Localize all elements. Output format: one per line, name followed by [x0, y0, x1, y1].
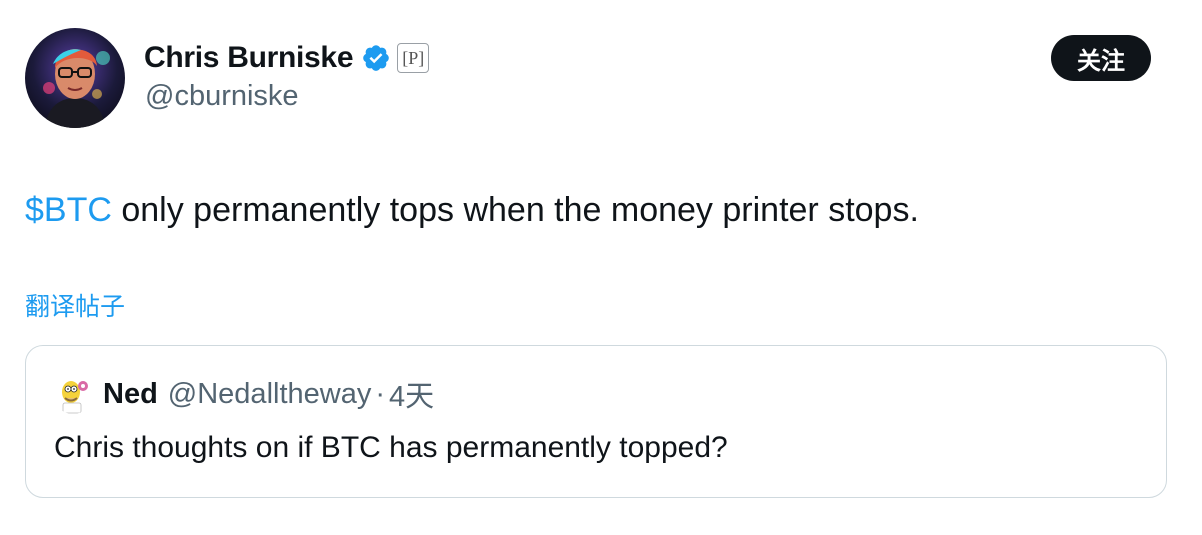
quoted-tweet-card[interactable]: Ned @Nedalltheway · 4天 Chris thoughts on… — [25, 345, 1167, 498]
quoted-author-name[interactable]: Ned — [103, 378, 158, 411]
separator-dot: · — [375, 377, 386, 410]
quoted-timestamp[interactable]: 4天 — [389, 373, 434, 415]
affiliate-badge[interactable]: [P] — [397, 43, 430, 73]
tweet-card: Chris Burniske [P] @cburniske 关注 $BTC on… — [0, 0, 1202, 535]
quoted-author-handle[interactable]: @Nedalltheway — [168, 378, 372, 411]
translate-post-link[interactable]: 翻译帖子 — [25, 287, 125, 323]
quoted-tweet-text: Chris thoughts on if BTC has permanently… — [54, 431, 728, 464]
tweet-text: $BTC only permanently tops when the mone… — [25, 188, 919, 232]
tweet-text-body: only permanently tops when the money pri… — [111, 191, 919, 229]
quoted-tweet-header: Ned @Nedalltheway · 4天 — [53, 373, 434, 415]
follow-button[interactable]: 关注 — [1051, 35, 1151, 81]
verified-badge-icon[interactable] — [361, 43, 391, 73]
author-display-name[interactable]: Chris Burniske — [144, 41, 354, 75]
cashtag-link[interactable]: $BTC — [25, 191, 112, 229]
author-name-row: Chris Burniske [P] — [144, 40, 430, 76]
avatar-image — [25, 28, 125, 128]
author-avatar[interactable] — [25, 28, 125, 128]
author-handle[interactable]: @cburniske — [145, 80, 299, 113]
quoted-author-avatar[interactable] — [53, 374, 93, 414]
